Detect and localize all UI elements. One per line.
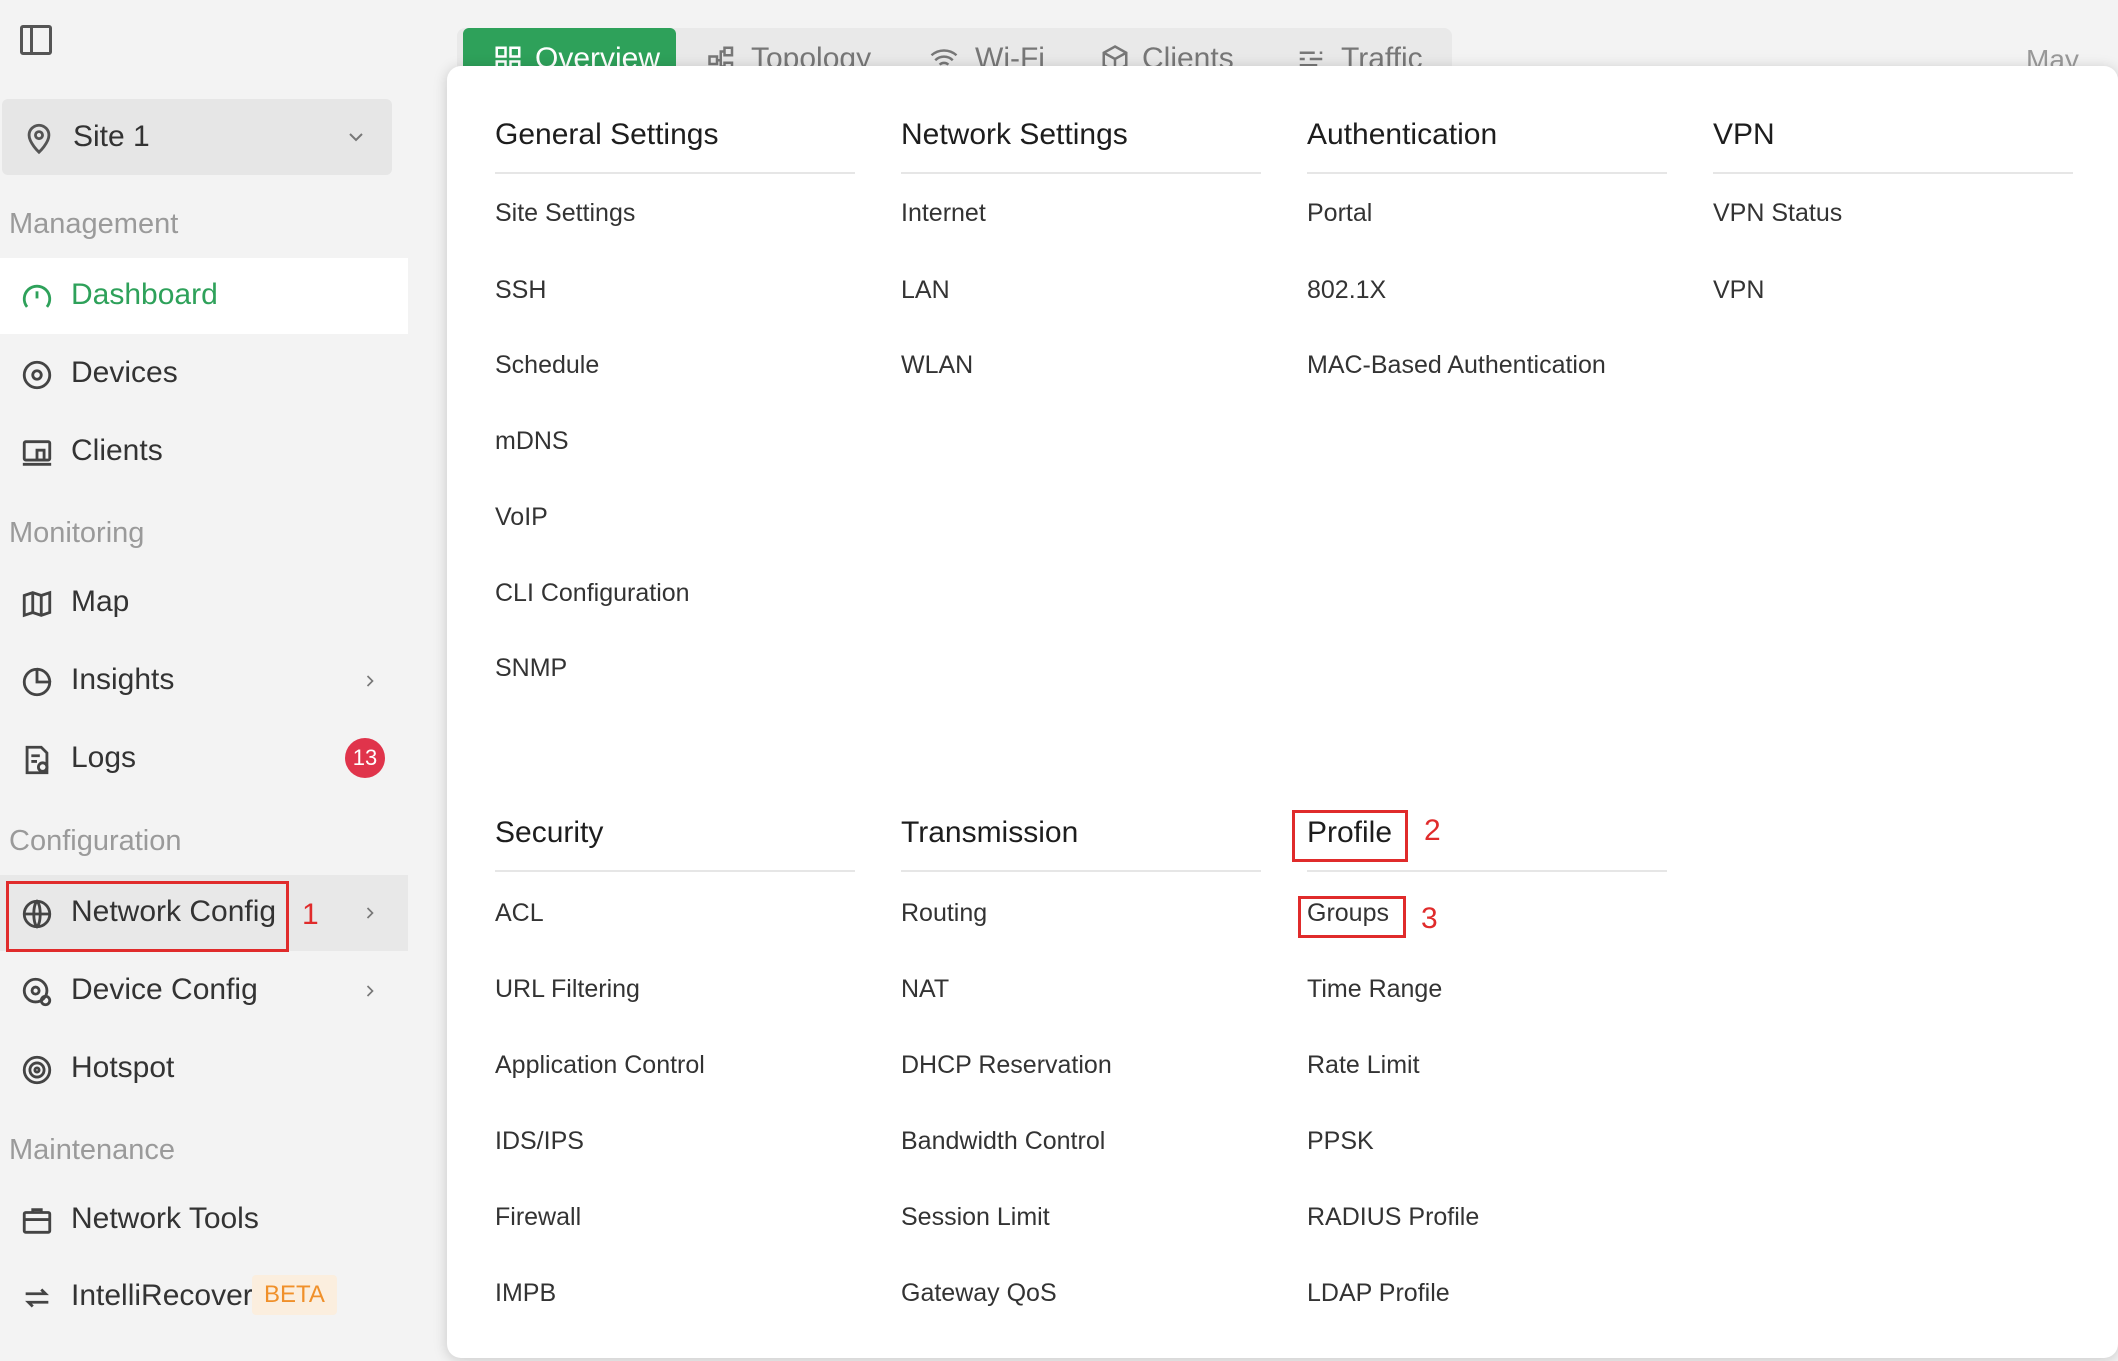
link-mdns[interactable]: mDNS xyxy=(495,427,569,456)
sidebar-item-label: Network Tools xyxy=(71,1202,259,1235)
chevron-right-icon xyxy=(366,985,374,997)
sidebar-item-label: Clients xyxy=(71,434,163,467)
sidebar-item-label: IntelliRecover xyxy=(71,1279,253,1312)
clients-monitor-icon xyxy=(22,440,52,466)
sidebar-item-intellirecover[interactable]: IntelliRecover BETA xyxy=(0,1259,408,1335)
sidebar-item-network-tools[interactable]: Network Tools xyxy=(0,1182,408,1258)
divider xyxy=(1307,172,1667,174)
logs-count-badge: 13 xyxy=(345,738,385,778)
sidebar-item-label: Devices xyxy=(71,356,178,389)
link-application-control[interactable]: Application Control xyxy=(495,1051,705,1080)
link-voip[interactable]: VoIP xyxy=(495,503,548,532)
link-lan[interactable]: LAN xyxy=(901,276,950,305)
link-session-limit[interactable]: Session Limit xyxy=(901,1203,1050,1232)
link-snmp[interactable]: SNMP xyxy=(495,654,567,683)
link-nat[interactable]: NAT xyxy=(901,975,949,1004)
link-url-filtering[interactable]: URL Filtering xyxy=(495,975,640,1004)
network-config-menu-panel: General Settings Site Settings SSH Sched… xyxy=(447,66,2118,1358)
link-firewall[interactable]: Firewall xyxy=(495,1203,581,1232)
heading-vpn: VPN xyxy=(1713,118,1775,151)
sidebar: Site 1 Management Dashboard Devices Clie… xyxy=(0,0,408,1361)
sidebar-item-device-config[interactable]: Device Config xyxy=(0,953,408,1029)
chevron-down-icon xyxy=(349,133,363,142)
devices-icon xyxy=(22,360,52,390)
sidebar-item-devices[interactable]: Devices xyxy=(0,336,408,412)
link-ldap-profile[interactable]: LDAP Profile xyxy=(1307,1279,1450,1308)
divider xyxy=(901,870,1261,872)
annotation-box-1 xyxy=(6,881,289,952)
sidebar-item-label: Insights xyxy=(71,663,175,696)
section-management: Management xyxy=(9,208,179,240)
chevron-right-icon xyxy=(366,675,374,687)
sidebar-item-label: Device Config xyxy=(71,973,258,1006)
link-cli-configuration[interactable]: CLI Configuration xyxy=(495,579,690,608)
sidebar-item-logs[interactable]: Logs 13 xyxy=(0,721,408,797)
section-configuration: Configuration xyxy=(9,825,182,857)
sidebar-item-insights[interactable]: Insights xyxy=(0,643,408,719)
sidebar-item-clients[interactable]: Clients xyxy=(0,414,408,490)
sidebar-item-map[interactable]: Map xyxy=(0,565,408,641)
link-vpn-status[interactable]: VPN Status xyxy=(1713,199,1842,228)
link-dhcp-reservation[interactable]: DHCP Reservation xyxy=(901,1051,1112,1080)
sidebar-item-hotspot[interactable]: Hotspot xyxy=(0,1031,408,1107)
link-schedule[interactable]: Schedule xyxy=(495,351,599,380)
link-impb[interactable]: IMPB xyxy=(495,1279,556,1308)
link-routing[interactable]: Routing xyxy=(901,899,987,928)
site-name: Site 1 xyxy=(73,120,150,153)
sidebar-toggle-icon[interactable] xyxy=(20,25,52,55)
dashboard-gauge-icon xyxy=(22,284,52,308)
sidebar-item-label: Dashboard xyxy=(71,278,218,311)
link-acl[interactable]: ACL xyxy=(495,899,544,928)
divider xyxy=(1713,172,2073,174)
location-pin-icon xyxy=(27,123,51,155)
divider xyxy=(901,172,1261,174)
link-rate-limit[interactable]: Rate Limit xyxy=(1307,1051,1420,1080)
link-vpn[interactable]: VPN xyxy=(1713,276,1764,305)
recover-arrows-icon xyxy=(25,1288,49,1308)
divider xyxy=(495,870,855,872)
annotation-box-2 xyxy=(1292,810,1408,862)
annotation-number-3: 3 xyxy=(1421,902,1438,935)
link-ids-ips[interactable]: IDS/IPS xyxy=(495,1127,584,1156)
annotation-box-3 xyxy=(1298,896,1406,938)
pie-chart-icon xyxy=(22,667,52,697)
link-mac-based-authentication[interactable]: MAC-Based Authentication xyxy=(1307,351,1606,380)
link-gateway-qos[interactable]: Gateway QoS xyxy=(901,1279,1057,1308)
site-selector[interactable]: Site 1 xyxy=(2,99,392,175)
sidebar-item-label: Hotspot xyxy=(71,1051,175,1084)
logs-document-icon xyxy=(25,745,49,775)
chevron-right-icon xyxy=(366,907,374,919)
toolbox-icon xyxy=(22,1208,52,1234)
link-radius-profile[interactable]: RADIUS Profile xyxy=(1307,1203,1479,1232)
heading-general-settings: General Settings xyxy=(495,118,719,151)
link-ssh[interactable]: SSH xyxy=(495,276,546,305)
link-internet[interactable]: Internet xyxy=(901,199,986,228)
heading-security: Security xyxy=(495,816,604,849)
link-ppsk[interactable]: PPSK xyxy=(1307,1127,1374,1156)
sidebar-item-label: Map xyxy=(71,585,130,618)
link-portal[interactable]: Portal xyxy=(1307,199,1372,228)
heading-authentication: Authentication xyxy=(1307,118,1498,151)
annotation-number-2: 2 xyxy=(1424,814,1441,847)
divider xyxy=(495,172,855,174)
link-time-range[interactable]: Time Range xyxy=(1307,975,1442,1004)
heading-network-settings: Network Settings xyxy=(901,118,1128,151)
annotation-number-1: 1 xyxy=(302,898,319,931)
link-site-settings[interactable]: Site Settings xyxy=(495,199,635,228)
section-maintenance: Maintenance xyxy=(9,1134,176,1166)
map-icon xyxy=(22,590,52,618)
link-8021x[interactable]: 802.1X xyxy=(1307,276,1386,305)
section-monitoring: Monitoring xyxy=(9,517,145,549)
beta-badge: BETA xyxy=(252,1275,337,1315)
hotspot-icon xyxy=(22,1055,52,1085)
device-config-icon xyxy=(22,977,52,1007)
divider xyxy=(1307,870,1667,872)
sidebar-item-dashboard[interactable]: Dashboard xyxy=(0,258,408,334)
link-bandwidth-control[interactable]: Bandwidth Control xyxy=(901,1127,1105,1156)
heading-transmission: Transmission xyxy=(901,816,1079,849)
link-wlan[interactable]: WLAN xyxy=(901,351,973,380)
sidebar-item-label: Logs xyxy=(71,741,137,774)
